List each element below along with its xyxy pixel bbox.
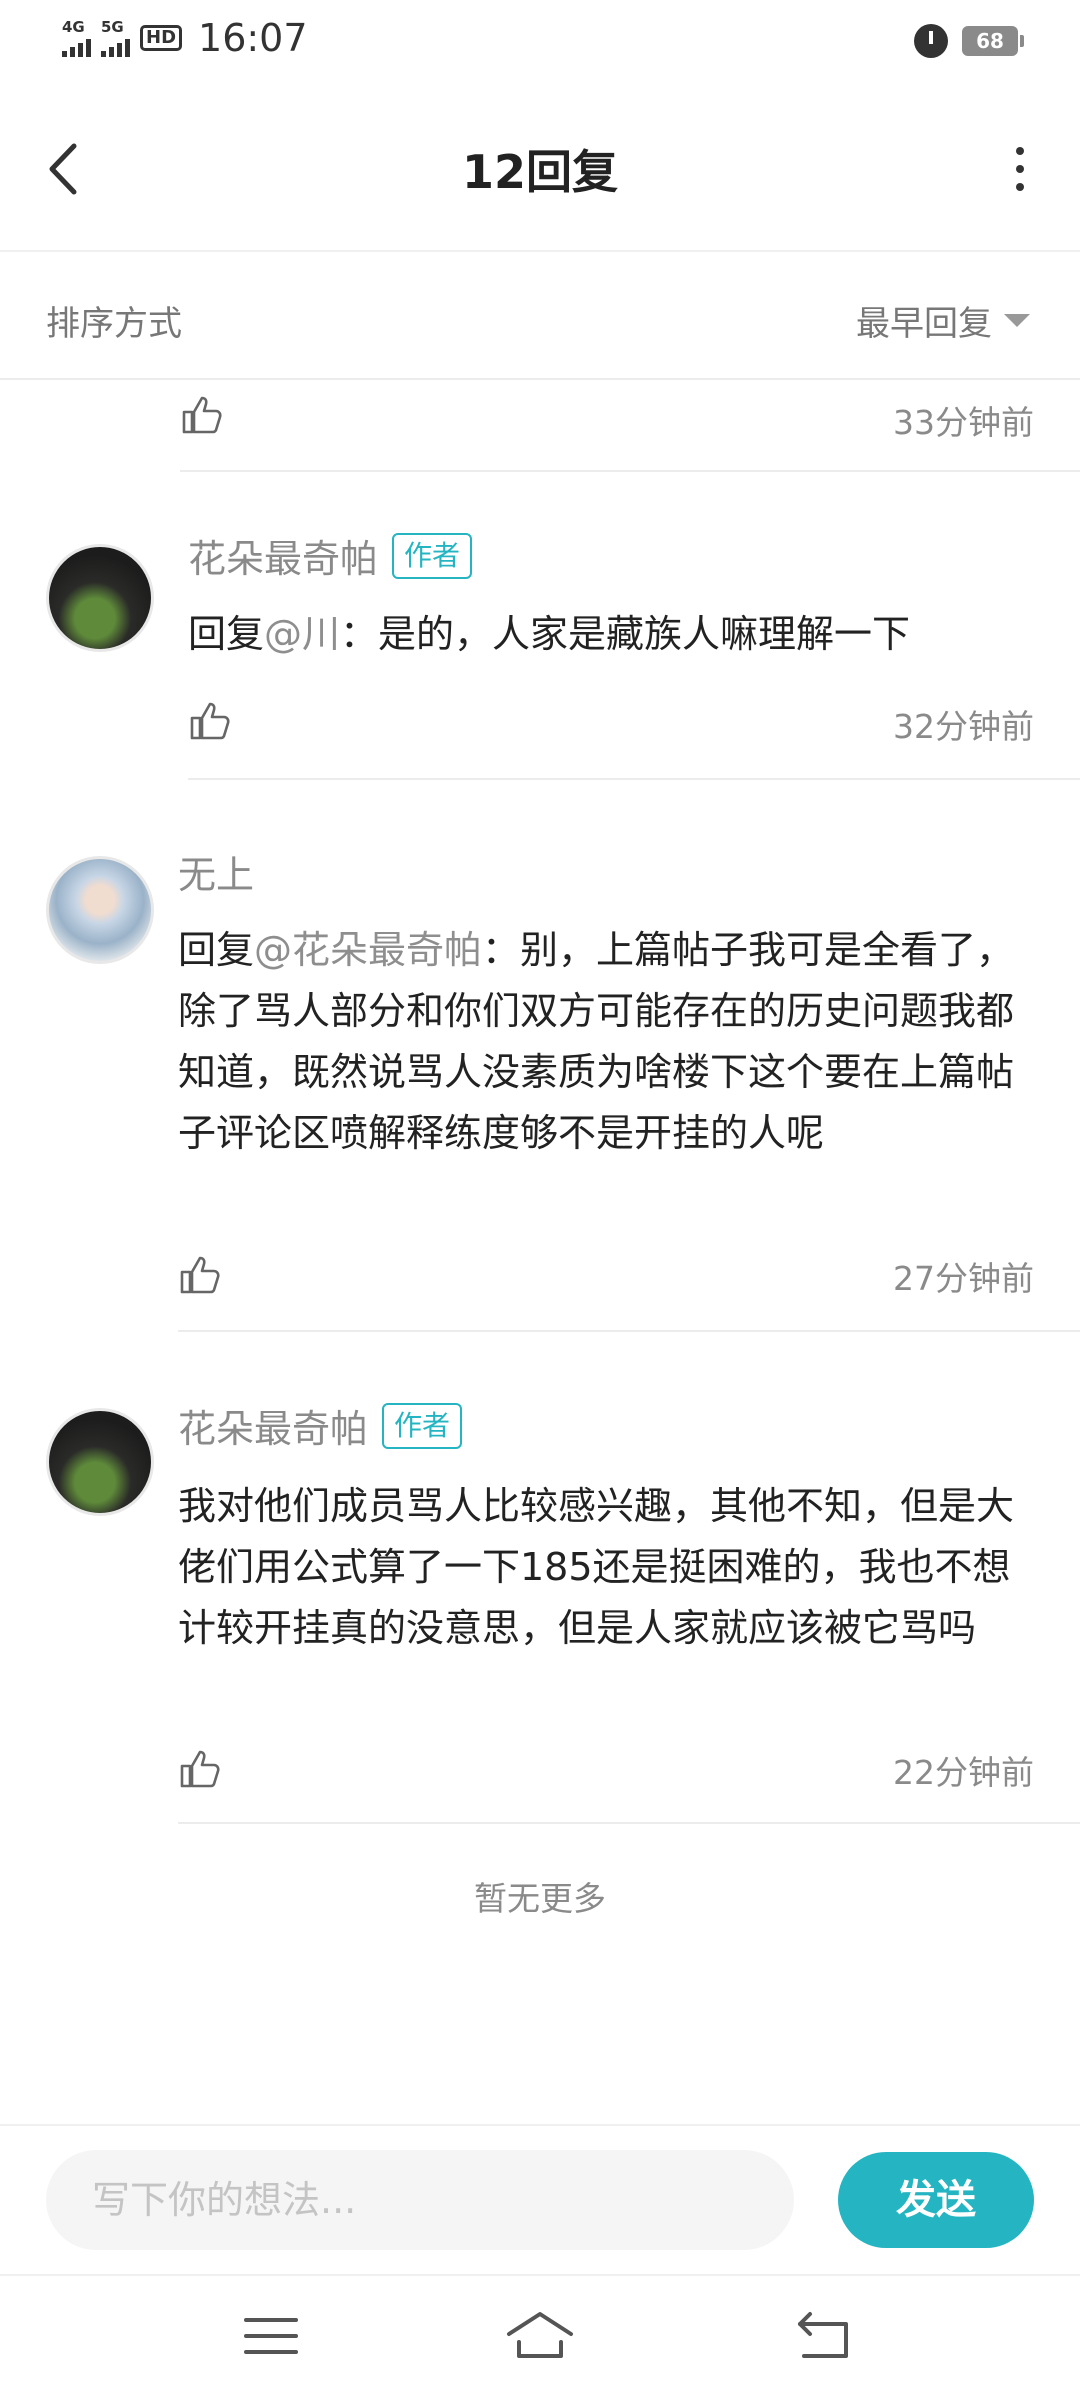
author-row: 无上 (178, 844, 254, 899)
avatar[interactable] (46, 1408, 154, 1516)
signal-bars-icon (62, 35, 91, 57)
mention-link[interactable]: @川 (264, 612, 340, 656)
system-nav-bar (0, 2274, 1080, 2400)
signal-bars-icon (101, 35, 130, 57)
avatar[interactable] (46, 544, 154, 652)
sort-label: 排序方式 (46, 304, 182, 344)
battery-icon: 68 (962, 26, 1024, 56)
thumbs-up-icon[interactable] (178, 1746, 222, 1790)
comment-text: 回复@川：是的，人家是藏族人嘛理解一下 (188, 612, 911, 656)
more-button[interactable] (990, 134, 1050, 204)
comment-time: 27分钟前 (893, 1259, 1034, 1298)
home-icon[interactable] (505, 2306, 575, 2366)
header: 12回复 (0, 84, 1080, 252)
thumbs-up-icon[interactable] (178, 1252, 222, 1296)
author-row: 花朵最奇帕 作者 (188, 528, 473, 583)
status-bar: 4G 5G HD 16:07 68 (0, 0, 1080, 84)
mention-link[interactable]: @花朵最奇帕 (254, 928, 482, 972)
divider (178, 1330, 1080, 1332)
network-type-label: 5G (101, 17, 124, 36)
author-name[interactable]: 无上 (178, 844, 254, 899)
comment-text: 我对他们成员骂人比较感兴趣，其他不知，但是大佬们用公式算了一下185还是挺困难的… (178, 1484, 1015, 1650)
divider (178, 1822, 1080, 1824)
author-badge: 作者 (382, 1402, 463, 1449)
more-vertical-icon (1016, 147, 1024, 155)
comment-item: 花朵最奇帕 作者 回复@川：是的，人家是藏族人嘛理解一下 32分钟前 (0, 520, 1080, 782)
clock: 16:07 (198, 16, 308, 60)
back-icon[interactable] (790, 2306, 860, 2366)
divider (180, 470, 1080, 472)
sort-value: 最早回复 (856, 304, 992, 344)
status-left: 4G 5G HD 16:07 (62, 16, 308, 60)
network-type-label: 4G (62, 17, 85, 36)
sort-bar: 排序方式 最早回复 (0, 252, 1080, 380)
comment-item: 无上 回复@花朵最奇帕：别，上篇帖子我可是全看了，除了骂人部分和你们双方可能存在… (0, 838, 1080, 1338)
comment-time: 32分钟前 (893, 707, 1034, 746)
sort-dropdown[interactable]: 最早回复 (856, 296, 1030, 345)
page-title: 12回复 (461, 145, 618, 199)
thumbs-up-icon[interactable] (180, 392, 224, 436)
alarm-icon (914, 24, 948, 58)
send-button[interactable]: 发送 (838, 2152, 1034, 2248)
menu-icon[interactable] (236, 2306, 306, 2366)
comment-time: 22分钟前 (893, 1753, 1034, 1792)
no-more-label: 暂无更多 (474, 1879, 606, 1918)
author-badge: 作者 (392, 532, 473, 579)
signal-5g: 5G (101, 17, 130, 57)
comment-item: 花朵最奇帕 作者 我对他们成员骂人比较感兴趣，其他不知，但是大佬们用公式算了一下… (0, 1394, 1080, 1826)
thumbs-up-icon[interactable] (188, 698, 232, 742)
avatar[interactable] (46, 856, 154, 964)
comment-text: 回复@花朵最奇帕：别，上篇帖子我可是全看了，除了骂人部分和你们双方可能存在的历史… (178, 928, 1015, 1155)
comment-item: 33分钟前 (0, 382, 1080, 474)
hd-voice-icon: HD (140, 25, 183, 51)
comment-time: 33分钟前 (893, 403, 1034, 442)
author-name[interactable]: 花朵最奇帕 (178, 1398, 368, 1453)
author-name[interactable]: 花朵最奇帕 (188, 528, 378, 583)
author-row: 花朵最奇帕 作者 (178, 1398, 463, 1453)
reply-input-bar: 写下你的想法... 发送 (0, 2124, 1080, 2274)
signal-4g: 4G (62, 17, 91, 57)
status-right: 68 (914, 24, 1024, 58)
dropdown-triangle-icon (1004, 314, 1030, 327)
reply-input[interactable]: 写下你的想法... (46, 2150, 794, 2250)
divider (188, 778, 1080, 780)
